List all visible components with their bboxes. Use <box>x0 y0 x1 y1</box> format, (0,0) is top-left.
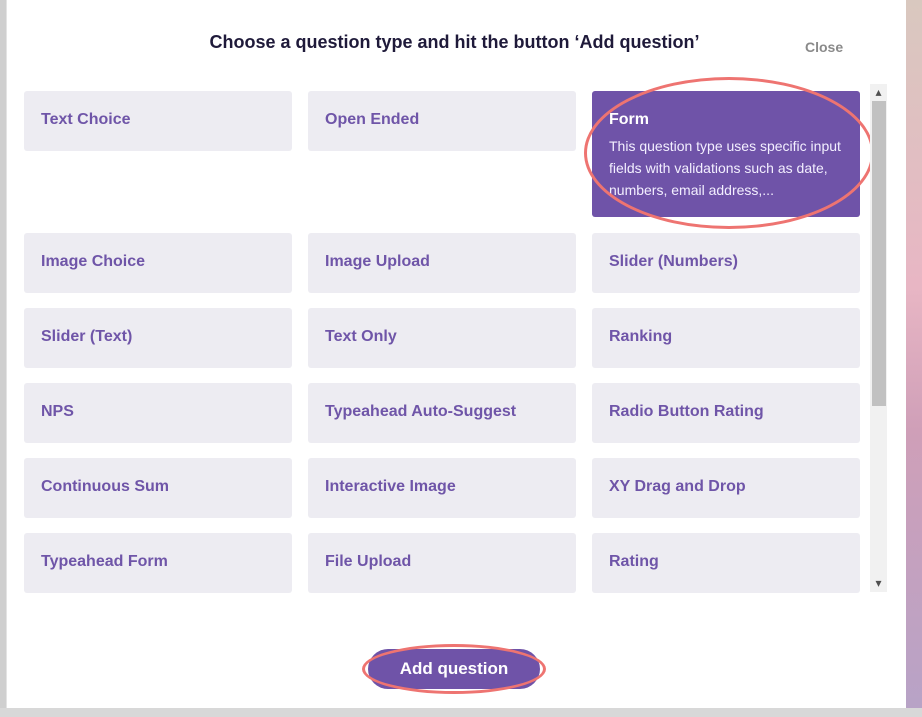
question-type-image-upload[interactable]: Image Upload <box>308 233 576 293</box>
card-label: Slider (Numbers) <box>609 253 738 270</box>
question-type-rating[interactable]: Rating <box>592 533 860 593</box>
card-label: Open Ended <box>325 111 420 128</box>
card-label: Rating <box>609 553 659 570</box>
question-type-slider-text[interactable]: Slider (Text) <box>24 308 292 368</box>
question-type-grid: Text Choice Open Ended Form This questio… <box>24 91 864 594</box>
card-description: This question type uses specific input f… <box>609 138 841 198</box>
scrollbar[interactable]: ▴ ▾ <box>870 84 887 592</box>
card-label: Image Choice <box>41 253 146 270</box>
question-type-text-only[interactable]: Text Only <box>308 308 576 368</box>
chevron-down-icon[interactable]: ▾ <box>870 575 887 592</box>
question-type-interactive-image[interactable]: Interactive Image <box>308 458 576 518</box>
add-question-button[interactable]: Add question <box>368 649 540 689</box>
card-label: Typeahead Auto-Suggest <box>325 403 517 420</box>
close-button[interactable]: Close <box>805 39 843 55</box>
question-type-typeahead-form[interactable]: Typeahead Form <box>24 533 292 593</box>
card-label: Continuous Sum <box>41 478 169 495</box>
card-label: Interactive Image <box>325 478 456 495</box>
card-label: Text Choice <box>41 111 131 128</box>
question-type-file-upload[interactable]: File Upload <box>308 533 576 593</box>
question-type-open-ended[interactable]: Open Ended <box>308 91 576 151</box>
card-label: Text Only <box>325 328 397 345</box>
question-type-text-choice[interactable]: Text Choice <box>24 91 292 151</box>
card-label: XY Drag and Drop <box>609 478 746 495</box>
page-footer-strip <box>0 708 922 717</box>
card-label: NPS <box>41 403 74 420</box>
question-type-image-choice[interactable]: Image Choice <box>24 233 292 293</box>
question-type-form[interactable]: Form This question type uses specific in… <box>592 91 860 217</box>
card-label: Ranking <box>609 328 673 345</box>
background-image <box>906 0 922 717</box>
card-label: Slider (Text) <box>41 328 133 345</box>
scrollbar-thumb[interactable] <box>872 101 886 406</box>
card-label: Typeahead Form <box>41 553 168 570</box>
question-type-xy-drag-and-drop[interactable]: XY Drag and Drop <box>592 458 860 518</box>
question-type-slider-numbers[interactable]: Slider (Numbers) <box>592 233 860 293</box>
chevron-up-icon[interactable]: ▴ <box>870 84 887 101</box>
question-type-ranking[interactable]: Ranking <box>592 308 860 368</box>
question-type-radio-button-rating[interactable]: Radio Button Rating <box>592 383 860 443</box>
question-type-continuous-sum[interactable]: Continuous Sum <box>24 458 292 518</box>
question-type-nps[interactable]: NPS <box>24 383 292 443</box>
card-label: File Upload <box>325 553 412 570</box>
dialog-title: Choose a question type and hit the butto… <box>209 32 700 52</box>
question-type-dialog: Choose a question type and hit the butto… <box>6 0 906 708</box>
question-type-typeahead-auto-suggest[interactable]: Typeahead Auto-Suggest <box>308 383 576 443</box>
card-label: Form <box>609 111 649 128</box>
card-label: Radio Button Rating <box>609 403 764 420</box>
card-label: Image Upload <box>325 253 430 270</box>
